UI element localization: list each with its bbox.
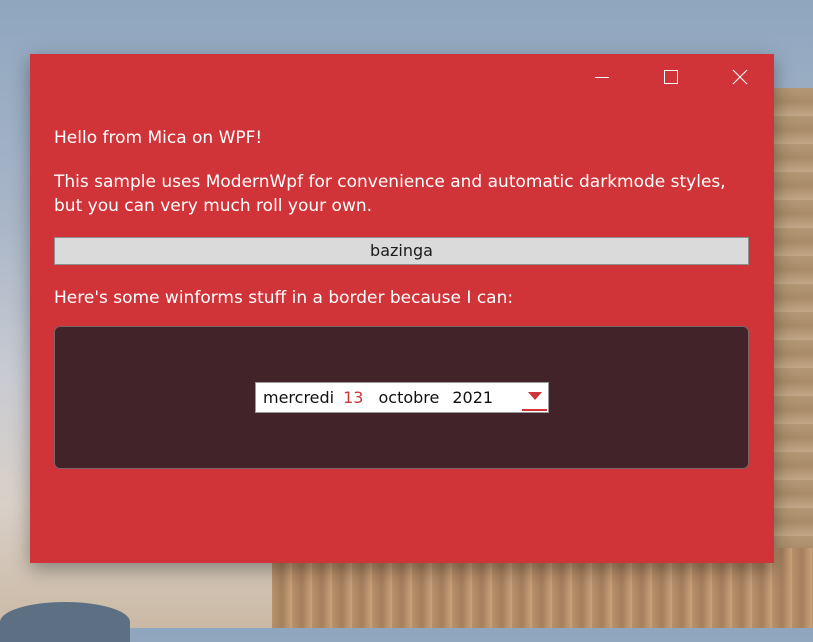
- date-month[interactable]: octobre: [378, 386, 439, 410]
- main-content: Hello from Mica on WPF! This sample uses…: [54, 126, 750, 469]
- close-button[interactable]: [705, 54, 774, 100]
- maximize-icon: [663, 69, 679, 85]
- maximize-button[interactable]: [636, 54, 705, 100]
- bazinga-button[interactable]: bazinga: [54, 237, 749, 265]
- minimize-icon: [594, 69, 610, 85]
- winforms-border-panel: mercredi 13 octobre 2021: [54, 326, 749, 469]
- date-day[interactable]: 13: [343, 386, 363, 410]
- caption-buttons: [567, 54, 774, 100]
- dropdown-arrow-icon[interactable]: [522, 384, 547, 411]
- description-text: This sample uses ModernWpf for convenien…: [54, 172, 726, 216]
- winforms-label: Here's some winforms stuff in a border b…: [54, 288, 514, 308]
- date-picker[interactable]: mercredi 13 octobre 2021: [255, 382, 549, 413]
- wallpaper-hill: [0, 602, 130, 642]
- date-year[interactable]: 2021: [452, 386, 493, 410]
- app-window: Hello from Mica on WPF! This sample uses…: [30, 54, 774, 563]
- close-icon: [732, 69, 748, 85]
- date-weekday[interactable]: mercredi: [263, 386, 334, 410]
- minimize-button[interactable]: [567, 54, 636, 100]
- hello-text: Hello from Mica on WPF!: [54, 128, 263, 148]
